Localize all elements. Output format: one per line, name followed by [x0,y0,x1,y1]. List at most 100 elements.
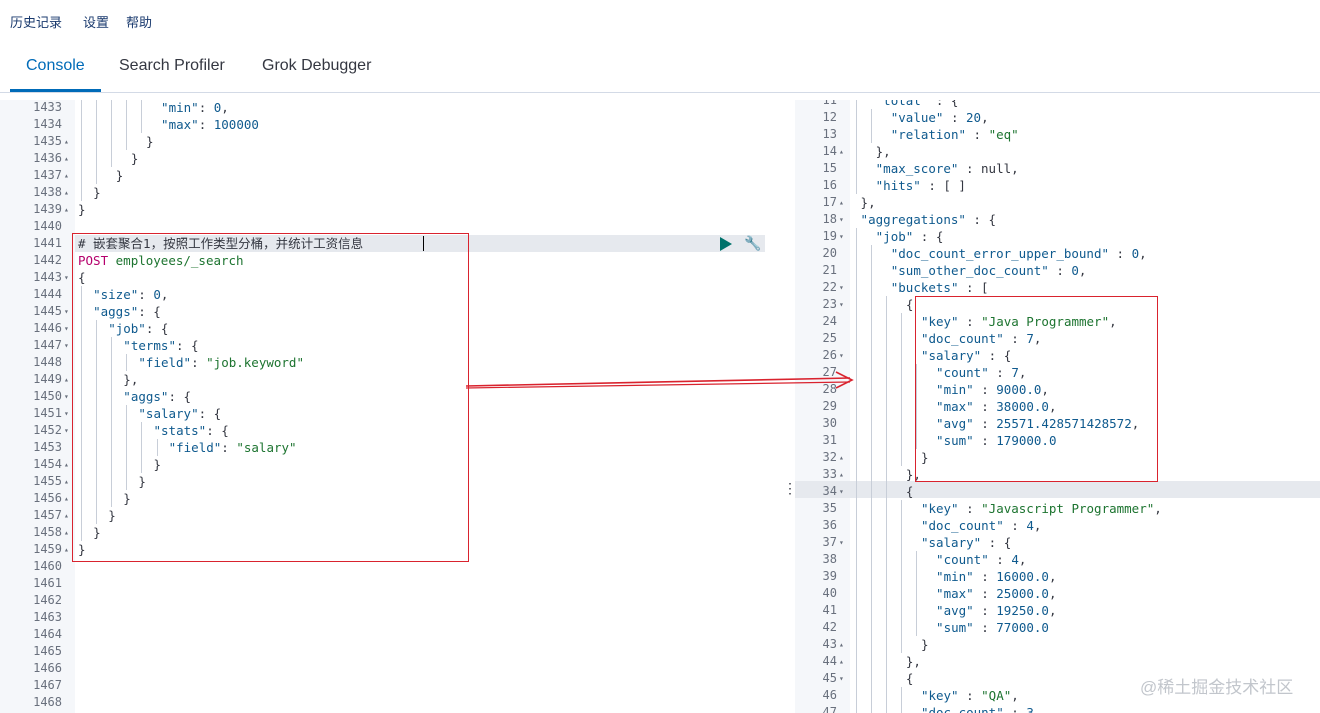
line-number: 20 [822,246,837,260]
fold-close-icon[interactable]: ▴ [64,541,69,558]
fold-open-icon[interactable]: ▾ [64,337,69,354]
fold-open-icon[interactable]: ▾ [839,228,844,245]
fold-close-icon[interactable]: ▴ [64,201,69,218]
indent-guide [886,449,888,466]
fold-close-icon[interactable]: ▴ [64,371,69,388]
fold-open-icon[interactable]: ▾ [64,320,69,337]
code-text: "doc_count" : 3, [920,705,1042,713]
menu-settings[interactable]: 设置 [83,12,109,31]
indent-guide [871,432,873,449]
fold-close-icon[interactable]: ▴ [839,194,844,211]
fold-close-icon[interactable]: ▴ [839,449,844,466]
code-line: 35 "key" : "Javascript Programmer", [795,500,1320,517]
resize-handle-icon[interactable]: ⋮ [783,481,797,495]
indent-guide [856,381,857,398]
code-text: } [920,637,929,652]
line-number: 1455 [33,474,62,488]
fold-close-icon[interactable]: ▴ [64,167,69,184]
code-text: "max": 100000 [161,117,259,132]
code-text: "sum" : 77000.0 [936,620,1049,635]
menu-help[interactable]: 帮助 [126,12,152,31]
code-line: 17 ▴}, [795,194,1320,211]
line-number: 15 [822,161,837,175]
line-number: 38 [822,552,837,566]
code-line: 1462 [0,592,765,609]
line-number: 16 [822,178,837,192]
line-number: 1447 [33,338,62,352]
code-text: "value" : 20, [890,110,989,125]
menu-history[interactable]: 历史记录 [10,12,62,31]
indent-guide [871,602,873,619]
line-number: 1462 [33,593,62,607]
indent-guide [901,551,903,568]
line-number: 1439 [33,202,62,216]
indent-guide [871,126,873,143]
fold-close-icon[interactable]: ▴ [839,653,844,670]
code-text: { [905,297,914,312]
code-line: 40 "max" : 25000.0, [795,585,1320,602]
code-text: "key" : "QA", [920,688,1019,703]
fold-open-icon[interactable]: ▾ [839,670,844,687]
indent-guide [96,133,98,150]
code-line: 1435 ▴} [0,133,765,150]
code-line: 42 "sum" : 77000.0 [795,619,1320,636]
fold-open-icon[interactable]: ▾ [839,483,844,500]
fold-close-icon[interactable]: ▴ [839,466,844,483]
tab-search-profiler[interactable]: Search Profiler [119,57,225,75]
indent-guide [126,133,128,150]
fold-open-icon[interactable]: ▾ [64,388,69,405]
code-line: 20 "doc_count_error_upper_bound" : 0, [795,245,1320,262]
code-line: 12 "value" : 20, [795,109,1320,126]
fold-close-icon[interactable]: ▴ [64,473,69,490]
indent-guide [871,568,873,585]
fold-close-icon[interactable]: ▴ [839,143,844,160]
tab-console[interactable]: Console [26,57,85,75]
indent-guide [141,100,143,116]
indent-guide [916,585,918,602]
fold-open-icon[interactable]: ▾ [64,303,69,320]
fold-close-icon[interactable]: ▴ [839,636,844,653]
fold-open-icon[interactable]: ▾ [839,296,844,313]
fold-close-icon[interactable]: ▴ [64,150,69,167]
code-text: "salary" : { [920,535,1012,550]
fold-close-icon[interactable]: ▴ [64,507,69,524]
code-text: }, [875,144,891,159]
indent-guide [96,100,98,116]
indent-guide [856,568,857,585]
fold-open-icon[interactable]: ▾ [64,269,69,286]
run-request-icon[interactable] [720,237,732,251]
fold-close-icon[interactable]: ▴ [64,524,69,541]
indent-guide [856,619,857,636]
code-text: "min": 0, [161,100,229,115]
indent-guide [886,398,888,415]
line-number: 1441 [33,236,62,250]
wrench-icon[interactable]: 🔧 [744,235,761,252]
indent-guide [886,619,888,636]
line-number: 1444 [33,287,62,301]
fold-open-icon[interactable]: ▾ [839,211,844,228]
code-text: "relation" : "eq" [890,127,1019,142]
fold-open-icon[interactable]: ▾ [64,405,69,422]
indent-guide [871,364,873,381]
line-number: 19 [822,229,837,243]
indent-guide [886,347,888,364]
indent-guide [856,126,857,143]
fold-close-icon[interactable]: ▴ [64,456,69,473]
line-number: 33 [822,467,837,481]
tab-grok-debugger[interactable]: Grok Debugger [262,57,371,75]
fold-close-icon[interactable]: ▴ [64,133,69,150]
fold-close-icon[interactable]: ▴ [64,184,69,201]
indent-guide [96,116,98,133]
line-number: 29 [822,399,837,413]
indent-guide [126,116,128,133]
fold-open-icon[interactable]: ▾ [839,279,844,296]
code-text: "avg" : 19250.0, [936,603,1057,618]
fold-open-icon[interactable]: ▾ [64,422,69,439]
indent-guide [886,636,888,653]
line-number: 1461 [33,576,62,590]
indent-guide [96,167,98,184]
fold-open-icon[interactable]: ▾ [839,347,844,364]
indent-guide [856,100,857,109]
fold-open-icon[interactable]: ▾ [839,534,844,551]
fold-close-icon[interactable]: ▴ [64,490,69,507]
